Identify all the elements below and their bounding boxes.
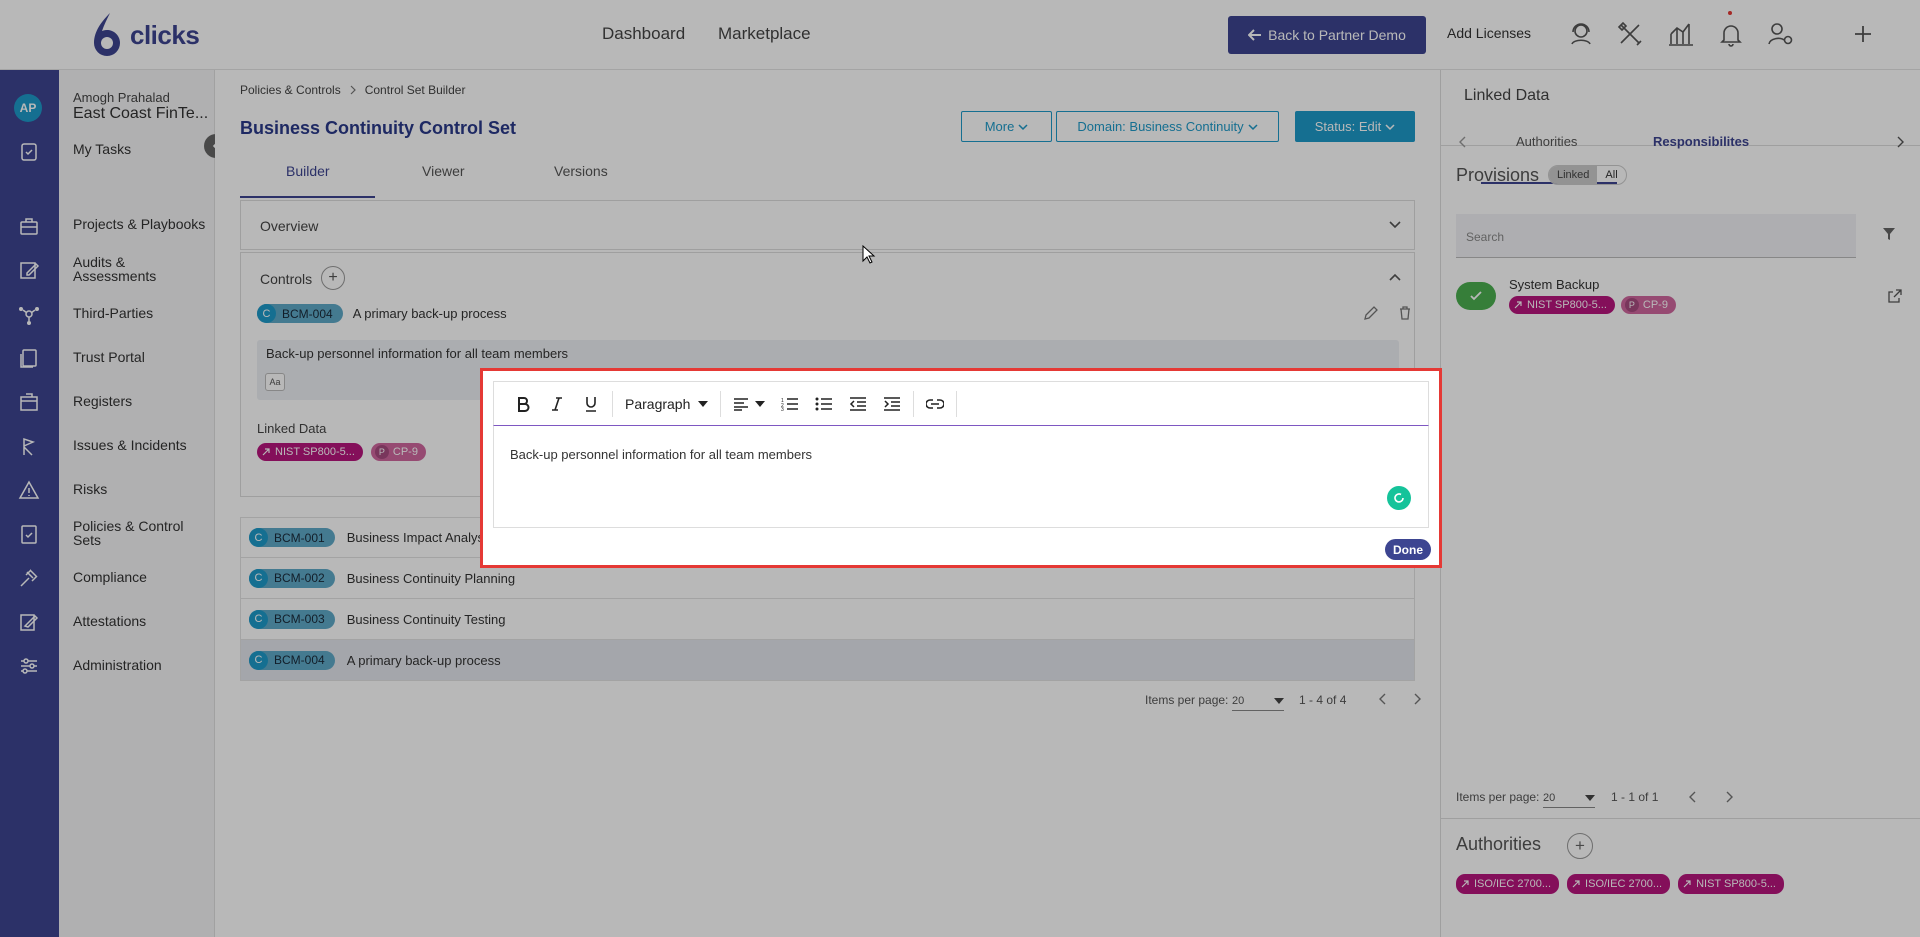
italic-button[interactable] bbox=[540, 387, 574, 421]
done-button[interactable]: Done bbox=[1385, 539, 1431, 560]
grammarly-icon[interactable] bbox=[1387, 486, 1411, 510]
svg-text:3: 3 bbox=[781, 407, 784, 411]
bold-button[interactable] bbox=[506, 387, 540, 421]
toolbar-divider bbox=[913, 390, 915, 417]
underline-icon bbox=[586, 396, 596, 412]
mouse-cursor-icon bbox=[862, 245, 876, 264]
align-dropdown[interactable] bbox=[725, 387, 773, 421]
indent-icon bbox=[884, 396, 901, 411]
grammar-check-icon bbox=[1394, 493, 1404, 503]
underline-button[interactable] bbox=[574, 387, 608, 421]
editor-content-area[interactable]: Back-up personnel information for all te… bbox=[493, 426, 1429, 528]
bullet-list-icon bbox=[815, 397, 833, 410]
link-button[interactable] bbox=[918, 387, 952, 421]
italic-icon bbox=[552, 396, 562, 411]
bullet-list-button[interactable] bbox=[807, 387, 841, 421]
rich-text-editor-dialog: Paragraph 123 Back-up personnel informat… bbox=[480, 368, 1442, 568]
editor-text: Back-up personnel information for all te… bbox=[510, 447, 813, 462]
bold-icon bbox=[518, 396, 530, 412]
outdent-icon bbox=[850, 396, 867, 411]
outdent-button[interactable] bbox=[841, 387, 875, 421]
paragraph-style-label: Paragraph bbox=[625, 395, 691, 412]
numbered-list-button[interactable]: 123 bbox=[773, 387, 807, 421]
numbered-list-icon: 123 bbox=[781, 398, 799, 411]
toolbar-divider bbox=[720, 390, 722, 417]
paragraph-style-select[interactable]: Paragraph bbox=[617, 396, 716, 412]
editor-toolbar: Paragraph 123 bbox=[493, 381, 1429, 426]
toolbar-divider bbox=[956, 390, 958, 417]
toolbar-divider bbox=[612, 390, 613, 417]
align-left-icon bbox=[734, 397, 749, 411]
caret-down-icon bbox=[698, 400, 709, 407]
indent-button[interactable] bbox=[875, 387, 909, 421]
caret-down-icon bbox=[755, 400, 766, 407]
link-icon bbox=[926, 398, 945, 409]
